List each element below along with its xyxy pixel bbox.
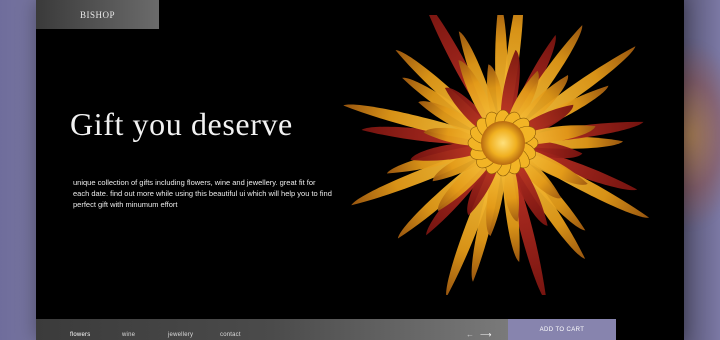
- bottom-nav-bar: flowers wine jewellery contact ← ⟶: [36, 319, 508, 340]
- nav-wine[interactable]: wine: [122, 332, 135, 338]
- background-left: [0, 0, 36, 340]
- background-flower-ghost: [684, 40, 720, 230]
- arrow-right-icon[interactable]: ⟶: [480, 331, 491, 339]
- flower-image: [343, 15, 650, 295]
- add-to-cart-button[interactable]: ADD TO CART: [508, 319, 616, 340]
- slider-arrows: ← ⟶: [466, 331, 491, 339]
- brand-logo[interactable]: BISHOP: [36, 0, 159, 29]
- nav-contact[interactable]: contact: [220, 332, 241, 338]
- flower-core: [481, 121, 525, 165]
- hero-description: unique collection of gifts including flo…: [73, 178, 332, 209]
- arrow-left-icon[interactable]: ←: [466, 331, 474, 339]
- background-right: [684, 0, 720, 340]
- nav-flowers[interactable]: flowers: [70, 332, 90, 338]
- hero-card: BISHOP Gift you deserve unique collectio…: [36, 0, 684, 340]
- nav-jewellery[interactable]: jewellery: [168, 332, 193, 338]
